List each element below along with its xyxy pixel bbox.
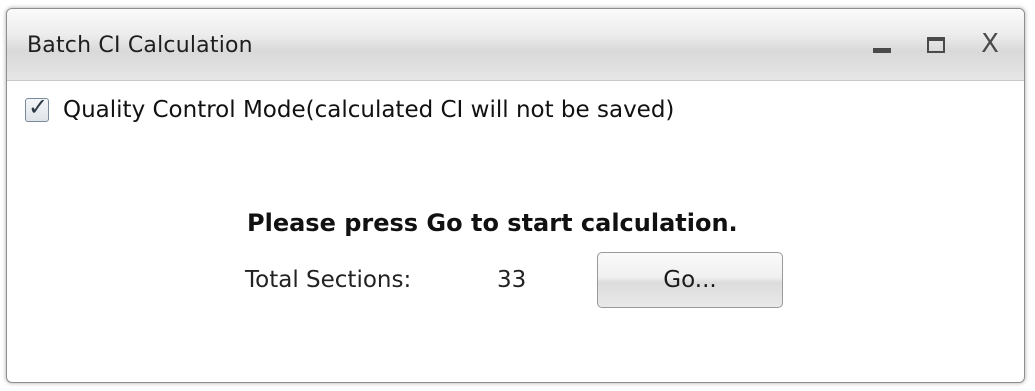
checkmark-icon: ✓: [28, 93, 49, 121]
quality-control-mode-checkbox[interactable]: ✓: [25, 93, 49, 122]
maximize-button[interactable]: [919, 31, 953, 61]
total-sections-label: Total Sections:: [245, 267, 412, 293]
minimize-button[interactable]: [865, 31, 899, 61]
batch-ci-calculation-window: Batch CI Calculation X ✓ Quality Control…: [6, 8, 1025, 383]
total-sections-value: 33: [497, 267, 527, 293]
maximize-icon: [927, 37, 945, 53]
close-button[interactable]: X: [973, 29, 1007, 61]
quality-control-mode-row[interactable]: ✓ Quality Control Mode(calculated CI wil…: [25, 93, 674, 127]
quality-control-mode-label[interactable]: Quality Control Mode(calculated CI will …: [63, 97, 674, 123]
window-title: Batch CI Calculation: [27, 33, 253, 58]
minimize-icon: [873, 48, 891, 53]
close-icon: X: [981, 29, 999, 59]
go-button[interactable]: Go...: [597, 252, 783, 308]
title-bar[interactable]: Batch CI Calculation X: [7, 9, 1024, 81]
instruction-message: Please press Go to start calculation.: [247, 209, 738, 237]
